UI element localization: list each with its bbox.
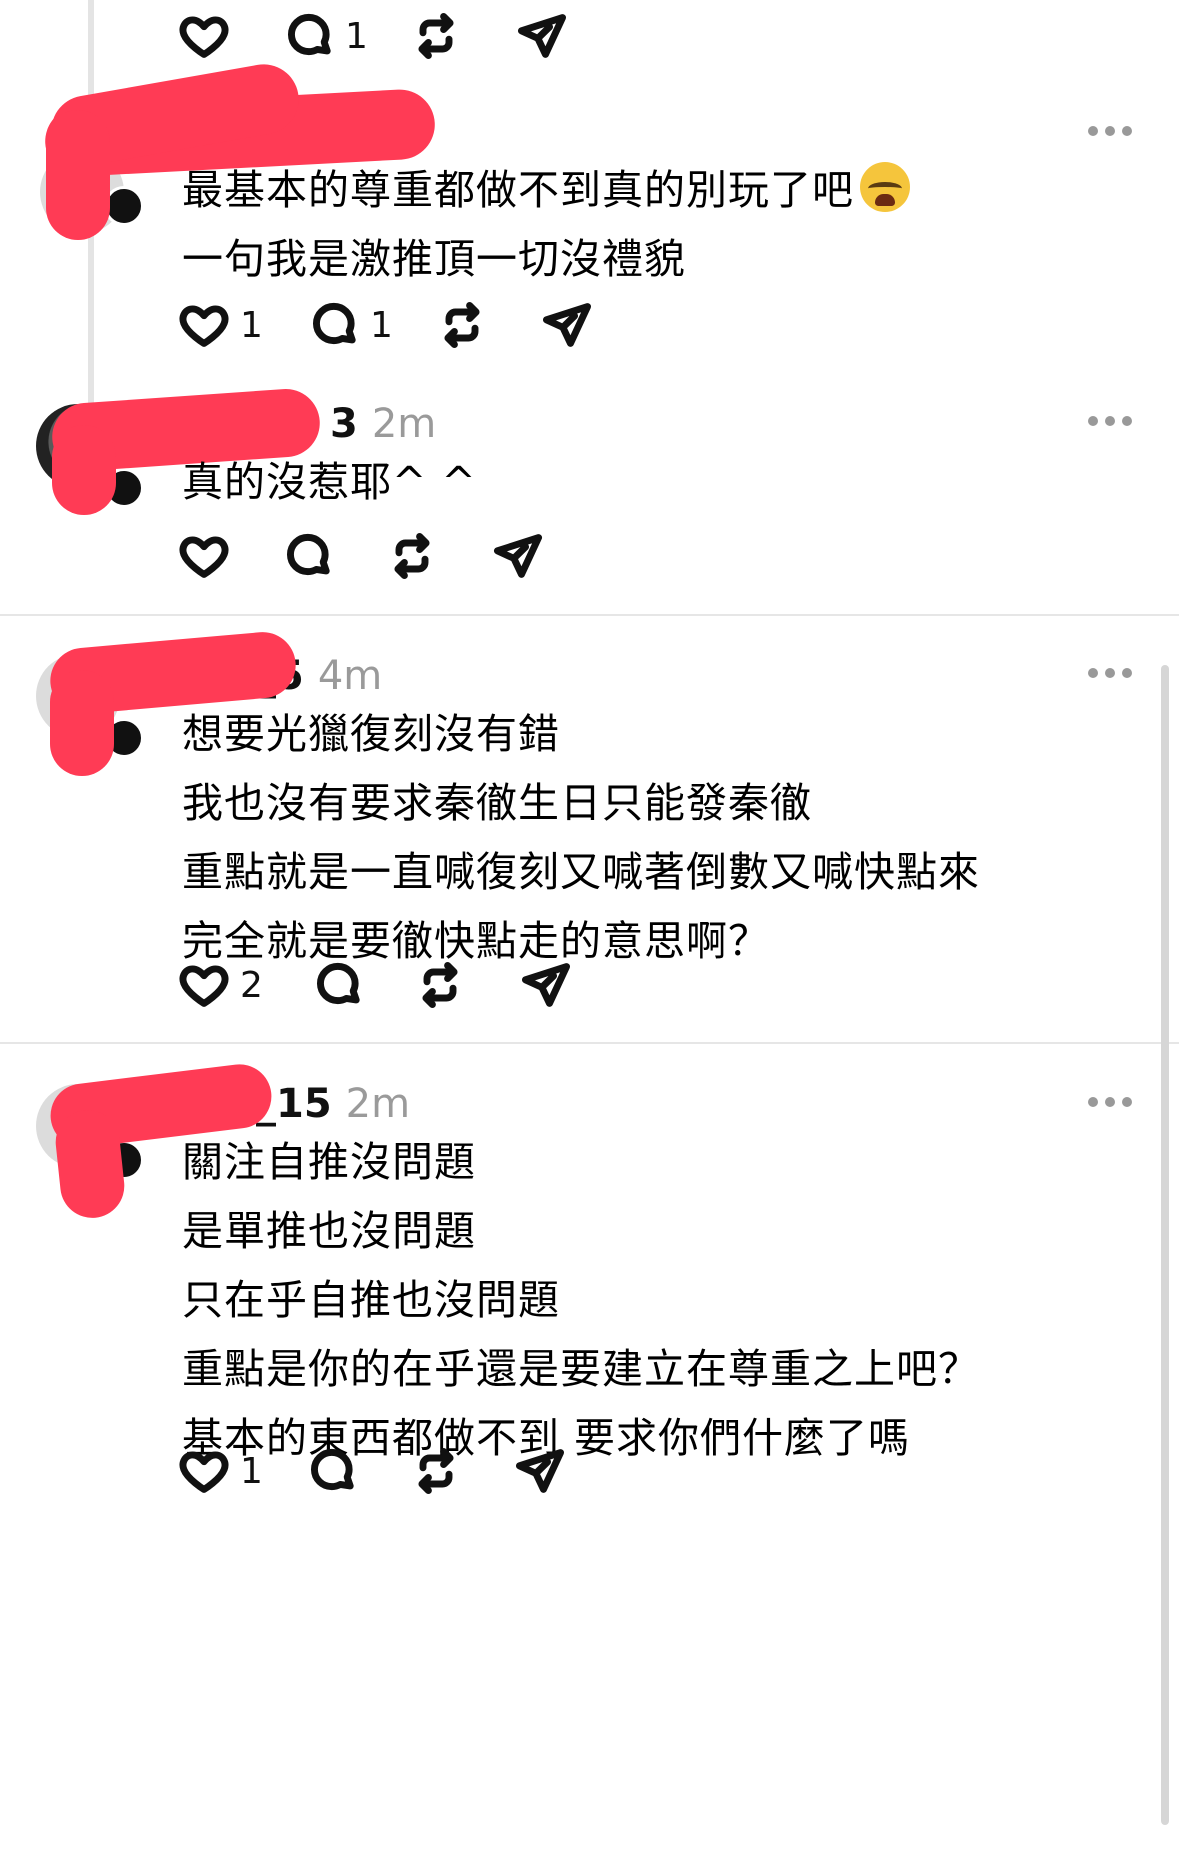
scrollbar[interactable] <box>1161 665 1169 1825</box>
repost-arrows-icon <box>418 13 454 59</box>
like-button[interactable]: 2 <box>178 957 263 1013</box>
heart-icon <box>179 536 229 578</box>
paper-plane-send-icon <box>542 303 592 347</box>
comment-text: 最基本的尊重都做不到真的別玩了吧 一句我是激推頂一切沒禮貌 <box>182 156 910 294</box>
like-button[interactable] <box>178 8 240 64</box>
comment-text: 真的沒惹耶^ ^ <box>182 458 477 506</box>
comment-divider <box>0 1042 1179 1044</box>
comment-bubble-icon <box>287 13 331 56</box>
follow-badge-icon[interactable] <box>104 186 144 226</box>
heart-icon <box>179 965 229 1007</box>
share-button[interactable] <box>541 297 593 353</box>
repost-button[interactable] <box>436 297 488 353</box>
paper-plane-send-icon <box>517 14 567 58</box>
like-button[interactable] <box>178 528 240 584</box>
more-dots-icon[interactable] <box>1088 1097 1132 1111</box>
username[interactable]: 3 <box>330 401 358 447</box>
comment-meta: _15 2m <box>256 1080 410 1128</box>
more-dots-icon[interactable] <box>1088 416 1132 430</box>
loudly-crying-face-emoji <box>860 162 910 212</box>
repost-button[interactable] <box>410 8 462 64</box>
reply-button[interactable]: 1 <box>308 297 393 353</box>
like-count: 1 <box>240 1450 263 1492</box>
more-dots-icon[interactable] <box>1088 668 1132 682</box>
comment-bubble-icon <box>286 533 330 576</box>
repost-button[interactable] <box>386 528 438 584</box>
redaction-mark <box>52 425 116 515</box>
paper-plane-send-icon <box>493 534 543 578</box>
comment-bubble-icon <box>310 1448 354 1491</box>
comment-meta: 3 2m <box>330 400 436 448</box>
reply-count: 1 <box>345 15 368 57</box>
reply-count: 1 <box>370 304 393 346</box>
repost-arrows-icon <box>444 302 480 348</box>
heart-icon <box>179 16 229 58</box>
paper-plane-send-icon <box>521 963 571 1007</box>
paper-plane-send-icon <box>515 1449 565 1493</box>
heart-icon <box>179 1451 229 1493</box>
repost-arrows-icon <box>394 533 430 579</box>
repost-arrows-icon <box>418 1448 454 1494</box>
like-button[interactable]: 1 <box>178 297 263 353</box>
timestamp: 4m <box>317 653 383 699</box>
comment-text: 想要光獵復刻沒有錯 我也沒有要求秦徹生日只能發秦徹 重點就是一直喊復刻又喊著倒數… <box>182 710 980 965</box>
comment-bubble-icon <box>316 962 360 1005</box>
comment-text: 關注自推沒問題 是單推也沒問題 只在乎自推也沒問題 重點是你的在乎還是要建立在尊… <box>182 1138 980 1462</box>
reply-button[interactable] <box>306 1443 368 1499</box>
comment-divider <box>0 614 1179 616</box>
repost-button[interactable] <box>414 957 466 1013</box>
repost-button[interactable] <box>410 1443 462 1499</box>
repost-arrows-icon <box>422 962 458 1008</box>
like-count: 1 <box>240 304 263 346</box>
redaction-mark <box>50 670 114 776</box>
timestamp: 2m <box>371 401 437 447</box>
reply-button[interactable] <box>282 528 344 584</box>
share-button[interactable] <box>520 957 572 1013</box>
comment-bubble-icon <box>312 302 356 345</box>
heart-icon <box>179 305 229 347</box>
timestamp: 2m <box>345 1081 411 1127</box>
like-button[interactable]: 1 <box>178 1443 263 1499</box>
share-button[interactable] <box>492 528 544 584</box>
reply-button[interactable] <box>312 957 374 1013</box>
reply-button[interactable]: 1 <box>283 8 368 64</box>
more-dots-icon[interactable] <box>1088 126 1132 140</box>
like-count: 2 <box>240 964 263 1006</box>
share-button[interactable] <box>516 8 568 64</box>
redaction-mark <box>46 110 110 240</box>
share-button[interactable] <box>514 1443 566 1499</box>
